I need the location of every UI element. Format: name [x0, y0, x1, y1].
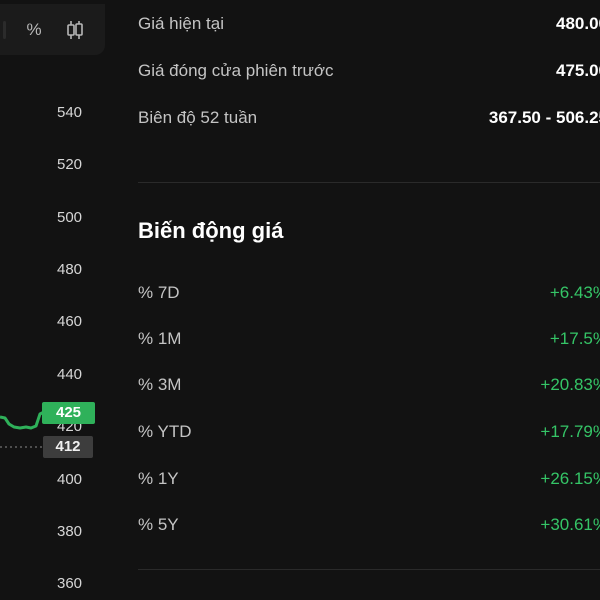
perf-row-7d: % 7D +6.43%: [138, 283, 600, 305]
perf-change-value: +6.43%: [549, 283, 600, 302]
info-label: Giá đóng cửa phiên trước: [138, 61, 334, 80]
section-divider: [138, 182, 600, 183]
perf-row-5y: % 5Y +30.61%: [138, 515, 600, 537]
price-line-chart: [0, 410, 45, 448]
perf-period-label: % 5Y: [138, 515, 179, 534]
info-value: 480.00: [556, 14, 600, 33]
price-chart-panel: % 540 520 500 480 460 440 420 400 380 36…: [0, 0, 107, 600]
axis-tick-label: 460: [57, 313, 83, 330]
axis-tick-label: 500: [57, 209, 83, 226]
perf-period-label: % 3M: [138, 375, 182, 394]
perf-row-ytd: % YTD +17.79%: [138, 422, 600, 444]
reference-price-tag: 412: [43, 436, 93, 458]
perf-period-label: % YTD: [138, 422, 192, 441]
axis-tick-label: 400: [57, 471, 83, 488]
info-label: Biên độ 52 tuần: [138, 108, 258, 127]
perf-row-1m: % 1M +17.5%: [138, 329, 600, 351]
perf-change-value: +17.5%: [549, 329, 600, 348]
perf-period-label: % 7D: [138, 283, 180, 302]
perf-change-value: +20.83%: [540, 375, 600, 394]
axis-tick-label: 520: [57, 156, 83, 173]
perf-change-value: +26.15%: [540, 469, 600, 488]
axis-tick-label: 380: [57, 523, 83, 540]
info-row-52-week-range: Biên độ 52 tuần 367.50 - 506.25: [138, 108, 600, 130]
current-price-tag: 425: [42, 402, 95, 424]
info-label: Giá hiện tại: [138, 14, 224, 33]
stock-info-panel: Giá hiện tại 480.00 Giá đóng cửa phiên t…: [138, 0, 600, 600]
info-row-previous-close: Giá đóng cửa phiên trước 475.00: [138, 61, 600, 83]
axis-tick-label: 480: [57, 261, 83, 278]
perf-change-value: +30.61%: [540, 515, 600, 534]
section-divider: [138, 569, 600, 570]
price-series-line: [0, 410, 45, 430]
axis-tick-label: 440: [57, 366, 83, 383]
info-value: 367.50 - 506.25: [488, 108, 600, 127]
perf-row-1y: % 1Y +26.15%: [138, 469, 600, 491]
axis-tick-label: 360: [57, 575, 83, 592]
price-change-title: Biến động giá: [138, 218, 284, 243]
perf-period-label: % 1Y: [138, 469, 179, 488]
axis-tick-label: 540: [57, 104, 83, 121]
perf-period-label: % 1M: [138, 329, 182, 348]
info-value: 475.00: [556, 61, 600, 80]
info-row-current-price: Giá hiện tại 480.00: [138, 14, 600, 36]
perf-row-3m: % 3M +20.83%: [138, 375, 600, 397]
perf-change-value: +17.79%: [540, 422, 600, 441]
